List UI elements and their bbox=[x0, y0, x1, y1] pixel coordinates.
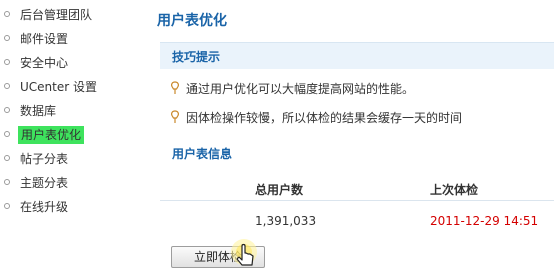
sidebar-item-label: 后台管理团队 bbox=[20, 8, 93, 22]
sidebar-item-mail-settings[interactable]: 邮件设置 bbox=[0, 28, 146, 50]
total-users-value: 1,391,033 bbox=[255, 214, 317, 228]
bullet-icon bbox=[4, 155, 10, 161]
sidebar-item-admin-team[interactable]: 后台管理团队 bbox=[0, 4, 146, 26]
sidebar-item-label: 邮件设置 bbox=[20, 32, 69, 46]
sidebar-item-label: 帖子分表 bbox=[20, 152, 69, 166]
sidebar-item-thread-split[interactable]: 主题分表 bbox=[0, 172, 146, 194]
sidebar-item-user-table-optimize[interactable]: 用户表优化 bbox=[0, 124, 146, 146]
sidebar-item-database[interactable]: 数据库 bbox=[0, 100, 146, 122]
column-header-total-users: 总用户数 bbox=[255, 183, 304, 197]
hand-cursor-icon bbox=[231, 239, 257, 266]
bullet-icon bbox=[4, 35, 10, 41]
tips-heading: 技巧提示 bbox=[172, 50, 221, 64]
page-title-text: 用户表优化 bbox=[157, 13, 227, 29]
sidebar-item-label: 在线升级 bbox=[20, 200, 69, 214]
bullet-icon bbox=[4, 179, 10, 185]
info-header: 用户表信息 bbox=[160, 140, 554, 166]
page-title: 用户表优化 bbox=[151, 0, 554, 40]
lightbulb-icon bbox=[171, 81, 179, 94]
bullet-icon bbox=[4, 131, 10, 137]
tip-text: 因体检操作较慢，所以体检的结果会缓存一天的时间 bbox=[186, 111, 463, 125]
sidebar-item-post-split[interactable]: 帖子分表 bbox=[0, 148, 146, 170]
bullet-icon bbox=[4, 83, 10, 89]
sidebar-item-label: 安全中心 bbox=[20, 56, 69, 70]
bullet-icon bbox=[4, 203, 10, 209]
sidebar-item-ucenter-settings[interactable]: UCenter 设置 bbox=[0, 76, 146, 98]
tips-header: 技巧提示 bbox=[160, 42, 554, 69]
bullet-icon bbox=[4, 11, 10, 17]
last-check-value: 2011-12-29 14:51 bbox=[430, 214, 539, 228]
table-divider bbox=[160, 200, 554, 201]
sidebar-item-label: 主题分表 bbox=[20, 176, 69, 190]
sidebar-item-label: 数据库 bbox=[20, 104, 57, 118]
sidebar-item-online-upgrade[interactable]: 在线升级 bbox=[0, 196, 146, 218]
sidebar-item-label: UCenter 设置 bbox=[20, 80, 97, 94]
sidebar-item-label: 用户表优化 bbox=[18, 126, 85, 144]
bullet-icon bbox=[4, 59, 10, 65]
sidebar-item-security-center[interactable]: 安全中心 bbox=[0, 52, 146, 74]
bullet-icon bbox=[4, 107, 10, 113]
tip-text: 通过用户优化可以大幅度提高网站的性能。 bbox=[186, 82, 415, 96]
lightbulb-icon bbox=[171, 110, 179, 123]
column-header-last-check: 上次体检 bbox=[430, 183, 479, 197]
info-heading: 用户表信息 bbox=[172, 147, 233, 161]
sidebar: 后台管理团队 邮件设置 安全中心 UCenter 设置 数据库 用户表优化 帖子… bbox=[0, 0, 146, 278]
